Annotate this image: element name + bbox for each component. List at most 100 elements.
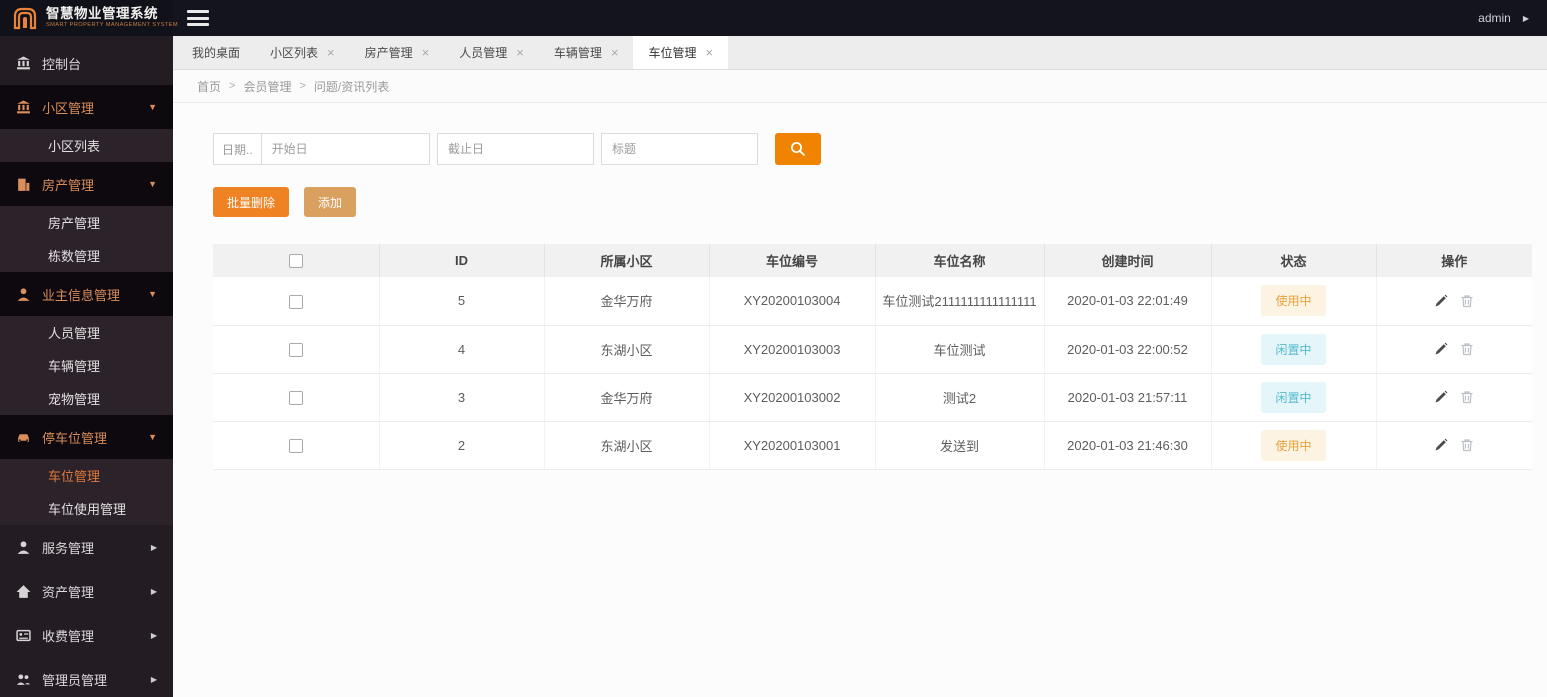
sidebar-group-admin[interactable]: 管理员管理 ▶ (0, 657, 173, 697)
row-checkbox[interactable] (288, 438, 303, 453)
magnifier-icon (791, 142, 805, 156)
edit-icon[interactable] (1434, 294, 1448, 308)
sidebar-group-parking[interactable]: 停车位管理 ▼ (0, 415, 173, 459)
tab-personnel-mgmt[interactable]: 人员管理 × (444, 36, 539, 69)
end-date-input[interactable] (437, 133, 594, 165)
table-header-row: ID 所属小区 车位编号 车位名称 创建时间 状态 操作 (213, 244, 1532, 277)
breadcrumb-current: 问题/资讯列表 (313, 79, 390, 94)
hamburger-icon[interactable] (187, 10, 209, 26)
edit-icon[interactable] (1434, 390, 1448, 404)
app-logo: 智慧物业管理系统 SMART PROPERTY MANAGEMENT SYSTE… (0, 0, 178, 36)
filter-bar: 日期.. (213, 133, 1532, 165)
col-community: 所属小区 (544, 244, 710, 277)
sidebar-item-property-mgmt[interactable]: 房产管理 (0, 206, 173, 239)
sidebar-group-label: 服务管理 (42, 540, 95, 556)
logo-subtitle: SMART PROPERTY MANAGEMENT SYSTEM (46, 22, 178, 28)
tab-my-desktop[interactable]: 我的桌面 (177, 36, 255, 69)
logo-title: 智慧物业管理系统 (46, 6, 158, 22)
chevron-right-icon: ▶ (150, 542, 157, 552)
trash-icon[interactable] (1460, 438, 1474, 452)
sidebar-item-community-list[interactable]: 小区列表 (0, 129, 173, 162)
tab-bar: 我的桌面 小区列表 × 房产管理 × 人员管理 × 车辆管理 × 车位管理 × (173, 36, 1547, 70)
sidebar-group-label: 资产管理 (42, 584, 95, 600)
sidebar-group-property[interactable]: 房产管理 ▼ (0, 162, 173, 206)
breadcrumb-home[interactable]: 首页 (197, 78, 221, 95)
row-checkbox[interactable] (288, 342, 303, 357)
sidebar-group-service[interactable]: 服务管理 ▶ (0, 525, 173, 569)
close-icon[interactable]: × (422, 46, 430, 59)
close-icon[interactable]: × (516, 46, 524, 59)
trash-icon[interactable] (1460, 342, 1474, 356)
tab-property-mgmt[interactable]: 房产管理 × (350, 36, 445, 69)
breadcrumb-separator: > (299, 80, 306, 92)
add-button[interactable]: 添加 (304, 187, 357, 217)
user-icon (17, 540, 30, 554)
breadcrumb-separator: > (229, 80, 236, 92)
search-button[interactable] (775, 133, 821, 165)
row-checkbox[interactable] (288, 390, 303, 405)
sidebar-group-fee[interactable]: 收费管理 ▶ (0, 613, 173, 657)
table-row: 2 东湖小区 XY20200103001 发送到 2020-01-03 21:4… (213, 421, 1532, 470)
action-bar: 批量删除 添加 (213, 187, 1532, 217)
arch-gate-icon (13, 7, 37, 30)
col-status: 状态 (1211, 244, 1377, 277)
users-icon (16, 673, 31, 685)
sidebar-group-owner-info[interactable]: 业主信息管理 ▼ (0, 272, 173, 316)
table-row: 5 金华万府 XY20200103004 车位测试211111111111111… (213, 277, 1532, 326)
sidebar-item-parking-usage[interactable]: 车位使用管理 (0, 492, 173, 525)
chevron-right-icon: ▶ (150, 586, 157, 596)
select-all-cell (213, 244, 380, 277)
tab-parking-mgmt[interactable]: 车位管理 × (633, 36, 729, 69)
parking-table: ID 所属小区 车位编号 车位名称 创建时间 状态 操作 5 金华万府 XY20… (213, 244, 1532, 470)
breadcrumb-member-mgmt[interactable]: 会员管理 (243, 78, 291, 95)
status-badge: 闲置中 (1261, 381, 1326, 413)
chevron-down-icon: ▼ (148, 179, 157, 189)
sidebar-item-personnel[interactable]: 人员管理 (0, 316, 173, 349)
chevron-right-icon: ▶ (150, 630, 157, 640)
edit-icon[interactable] (1434, 438, 1448, 452)
tab-community-list[interactable]: 小区列表 × (255, 36, 350, 69)
chevron-down-icon: ▼ (148, 289, 157, 299)
top-header-bar: 智慧物业管理系统 SMART PROPERTY MANAGEMENT SYSTE… (0, 0, 1547, 36)
date-range-group: 日期.. (213, 133, 430, 165)
app-window: 智慧物业管理系统 SMART PROPERTY MANAGEMENT SYSTE… (0, 0, 1547, 697)
sidebar-group-label: 管理员管理 (42, 672, 108, 688)
col-ops: 操作 (1376, 244, 1532, 277)
status-badge: 使用中 (1261, 429, 1326, 461)
tab-vehicle-mgmt[interactable]: 车辆管理 × (539, 36, 634, 69)
sidebar-item-building-count[interactable]: 栋数管理 (0, 239, 173, 272)
sidebar-group-label: 房产管理 (42, 177, 95, 193)
batch-delete-button[interactable]: 批量删除 (213, 187, 290, 217)
select-all-checkbox[interactable] (288, 254, 303, 269)
status-badge: 闲置中 (1261, 333, 1326, 365)
breadcrumb: 首页 > 会员管理 > 问题/资讯列表 (173, 70, 1547, 103)
edit-icon[interactable] (1434, 342, 1448, 356)
date-label: 日期.. (214, 134, 262, 164)
close-icon[interactable]: × (611, 46, 619, 59)
trash-icon[interactable] (1460, 390, 1474, 404)
close-icon[interactable]: × (327, 46, 335, 59)
user-caret-icon[interactable]: ▶ (1523, 14, 1529, 23)
start-date-input[interactable] (261, 134, 429, 164)
building-icon (18, 178, 30, 191)
sidebar-group-label: 业主信息管理 (42, 287, 121, 303)
sidebar-item-parking-space[interactable]: 车位管理 (0, 459, 173, 492)
card-icon (16, 629, 31, 641)
table-row: 4 东湖小区 XY20200103003 车位测试 2020-01-03 22:… (213, 325, 1532, 374)
sidebar-item-console[interactable]: 控制台 (0, 41, 173, 85)
sidebar-group-community[interactable]: 小区管理 ▼ (0, 85, 173, 129)
sidebar-item-pet[interactable]: 宠物管理 (0, 382, 173, 415)
title-input[interactable] (601, 133, 758, 165)
col-name: 车位名称 (875, 244, 1045, 277)
row-checkbox[interactable] (288, 294, 303, 309)
sidebar-group-label: 小区管理 (42, 100, 95, 116)
sidebar-item-vehicle[interactable]: 车辆管理 (0, 349, 173, 382)
close-icon[interactable]: × (705, 46, 713, 59)
car-icon (18, 433, 29, 442)
user-menu[interactable]: admin (1478, 11, 1511, 25)
trash-icon[interactable] (1460, 294, 1474, 308)
sidebar-group-label: 停车位管理 (42, 430, 108, 446)
chevron-down-icon: ▼ (148, 432, 157, 442)
col-code: 车位编号 (709, 244, 876, 277)
sidebar-group-asset[interactable]: 资产管理 ▶ (0, 569, 173, 613)
